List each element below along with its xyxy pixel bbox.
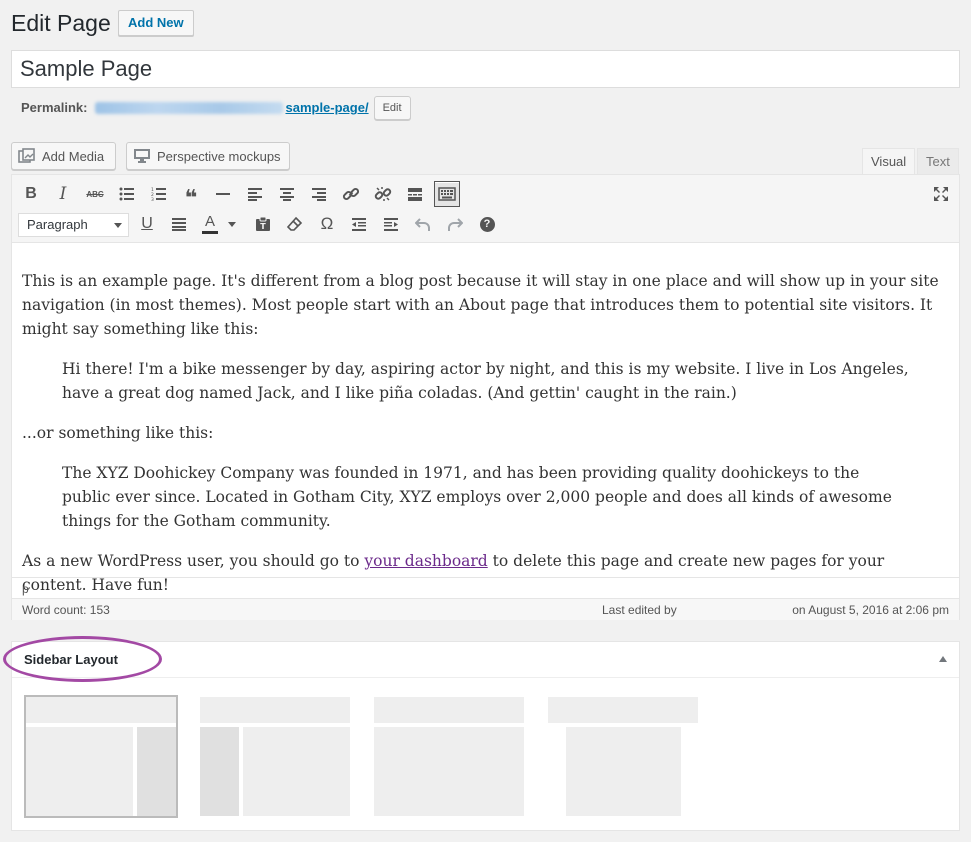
indent-icon[interactable] xyxy=(378,211,404,237)
layout-full-width[interactable] xyxy=(374,695,528,818)
content-paragraph: ...or something like this: xyxy=(22,424,214,442)
align-left-icon[interactable] xyxy=(242,181,268,207)
permalink-label: Permalink: xyxy=(21,100,88,115)
format-select[interactable]: Paragraph xyxy=(18,213,129,237)
editor-content[interactable]: This is an example page. It's different … xyxy=(12,243,959,594)
svg-text:3: 3 xyxy=(151,197,154,201)
permalink-edit-button[interactable]: Edit xyxy=(373,96,411,120)
add-new-button[interactable]: Add New xyxy=(118,10,194,36)
permalink-slug-link[interactable]: sample-page/ xyxy=(285,96,368,120)
italic-icon[interactable]: I xyxy=(50,181,76,207)
layout-content-block xyxy=(566,727,681,816)
dashboard-link[interactable]: your dashboard xyxy=(364,552,487,570)
layout-right-sidebar[interactable] xyxy=(24,695,178,818)
tab-visual[interactable]: Visual xyxy=(862,148,916,175)
monitor-icon xyxy=(134,149,150,163)
editor: B I ABC 123 ❝ Paragraph U A T Ω ? This i… xyxy=(11,174,960,620)
layout-sidebar-block xyxy=(137,727,176,816)
outdent-icon[interactable] xyxy=(346,211,372,237)
help-glyph: ? xyxy=(479,216,495,232)
numbered-list-icon[interactable]: 123 xyxy=(146,181,172,207)
last-edited-date: on August 5, 2016 at 2:06 pm xyxy=(792,603,949,617)
align-center-icon[interactable] xyxy=(274,181,300,207)
title-input[interactable]: Sample Page xyxy=(11,50,960,88)
element-path-bar: p xyxy=(12,577,959,599)
svg-text:T: T xyxy=(260,222,266,231)
sidebar-layout-metabox: Sidebar Layout xyxy=(3,636,960,831)
layout-left-sidebar[interactable] xyxy=(200,695,354,818)
redo-icon[interactable] xyxy=(442,211,468,237)
permalink-base-url-blurred xyxy=(95,102,284,114)
add-media-label: Add Media xyxy=(42,148,105,164)
fullscreen-icon[interactable] xyxy=(928,181,954,207)
text-color-dropdown-icon[interactable] xyxy=(224,211,240,237)
horizontal-line-icon[interactable] xyxy=(210,181,236,207)
special-character-icon[interactable]: Ω xyxy=(314,211,340,237)
blockquote-icon[interactable]: ❝ xyxy=(178,181,204,209)
layout-header-block xyxy=(200,697,350,723)
underline-icon[interactable]: U xyxy=(134,211,160,237)
strikethrough-icon[interactable]: ABC xyxy=(82,181,108,207)
insert-link-icon[interactable] xyxy=(338,181,364,207)
text-color-icon[interactable]: A xyxy=(198,211,222,237)
element-path[interactable]: p xyxy=(22,582,29,596)
content-blockquote: The XYZ Doohickey Company was founded in… xyxy=(62,464,892,530)
perspective-mockups-label: Perspective mockups xyxy=(157,148,281,164)
layout-header-block xyxy=(548,697,698,723)
help-icon[interactable]: ? xyxy=(474,211,500,237)
toolbar-toggle-icon[interactable] xyxy=(434,181,460,207)
layout-content-block xyxy=(26,727,133,816)
perspective-mockups-button[interactable]: Perspective mockups xyxy=(126,142,290,170)
content-paragraph: This is an example page. It's different … xyxy=(22,272,939,338)
clear-formatting-icon[interactable] xyxy=(282,211,308,237)
align-right-icon[interactable] xyxy=(306,181,332,207)
editor-toolbar: B I ABC 123 ❝ Paragraph U A T Ω ? xyxy=(12,175,959,243)
paste-as-text-icon[interactable]: T xyxy=(250,211,276,237)
justify-icon[interactable] xyxy=(166,211,192,237)
editor-footer: Word count: 153 Last edited by on August… xyxy=(12,598,959,620)
text-color-swatch xyxy=(202,230,218,234)
add-media-button[interactable]: Add Media xyxy=(11,142,116,170)
bold-icon[interactable]: B xyxy=(18,181,44,207)
layout-header-block xyxy=(374,697,524,723)
layout-centered-content[interactable] xyxy=(548,695,702,818)
tab-text[interactable]: Text xyxy=(917,148,959,175)
undo-icon[interactable] xyxy=(410,211,436,237)
permalink-row: Permalink: sample-page/ Edit xyxy=(21,96,411,120)
word-count: Word count: 153 xyxy=(22,603,110,617)
metabox-title: Sidebar Layout xyxy=(24,652,118,667)
last-edited-label: Last edited by xyxy=(602,603,677,617)
content-blockquote: Hi there! I'm a bike messenger by day, a… xyxy=(62,360,909,402)
layout-sidebar-block xyxy=(200,727,239,816)
text-color-letter: A xyxy=(204,212,215,230)
content-text: As a new WordPress user, you should go t… xyxy=(22,552,365,570)
bulleted-list-icon[interactable] xyxy=(114,181,140,207)
remove-link-icon[interactable] xyxy=(370,181,396,207)
read-more-icon[interactable] xyxy=(402,181,428,207)
chevron-down-icon xyxy=(114,223,122,228)
format-select-value: Paragraph xyxy=(27,217,88,232)
layout-header-block xyxy=(26,697,176,723)
collapse-arrow-icon[interactable] xyxy=(939,656,947,662)
page-title: Edit Page xyxy=(11,10,111,36)
metabox-header[interactable]: Sidebar Layout xyxy=(3,636,959,682)
add-media-icon xyxy=(18,148,35,163)
layout-content-block xyxy=(374,727,524,816)
layout-content-block xyxy=(243,727,350,816)
